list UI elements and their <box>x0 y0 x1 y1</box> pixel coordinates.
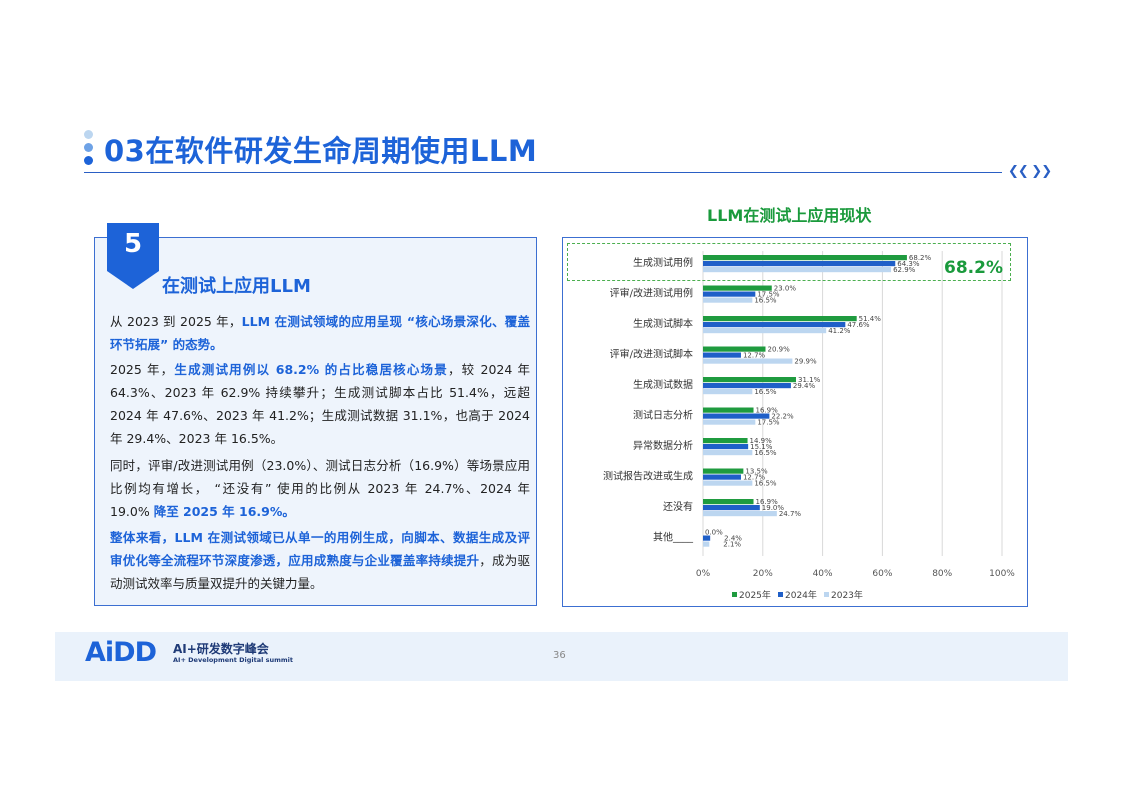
category-label: 测试报告改进或生成 <box>603 469 693 482</box>
category-label: 其他____ <box>653 530 694 543</box>
bar-chart: 0% 20% 40% 60% 80% 100%生成测试用例 68.2%64.3%62.9%评… <box>603 251 1015 601</box>
data-label: 29.9% <box>794 358 817 366</box>
legend-label: 2023年 <box>831 589 863 601</box>
logo-cn-text: AI+研发数字峰会 <box>173 642 269 656</box>
chart-title: LLM在测试上应用现状 <box>707 206 872 225</box>
title-dots-icon <box>84 130 94 169</box>
x-tick-label: 40% <box>813 569 833 579</box>
page-number: 36 <box>553 650 566 661</box>
logo-icon: AiDD <box>85 637 157 668</box>
section-number: 5 <box>123 229 143 259</box>
category-label: 测试日志分析 <box>633 408 693 421</box>
double-chevron-icon[interactable]: ❮❮ ❯❯ <box>1008 164 1052 179</box>
data-label: 16.5% <box>754 297 777 305</box>
paragraph-run: 降至 2025 年 16.9%。 <box>153 504 295 519</box>
x-tick-label: 20% <box>753 569 773 579</box>
data-label: 16.5% <box>754 449 777 457</box>
bar <box>703 297 753 303</box>
bar <box>703 383 791 389</box>
paragraph-1: 从 2023 到 2025 年，LLM 在测试领域的应用呈现 “核心场景深化、覆… <box>110 310 530 356</box>
category-label: 异常数据分析 <box>633 439 693 452</box>
data-label: 47.6% <box>847 321 870 329</box>
paragraph-run: 从 2023 到 2025 年， <box>110 314 242 329</box>
legend-swatch <box>732 592 737 597</box>
logo-en-text: AI+ Development Digital summit <box>173 656 293 664</box>
legend-label: 2025年 <box>739 589 771 601</box>
paragraph-run: 整体来看，LLM 在测试领域已从单一的用例生成，向脚本、数据生成及评审优化等全流… <box>110 530 530 568</box>
x-tick-label: 60% <box>872 569 892 579</box>
highlight-value: 68.2% <box>944 258 1003 278</box>
bar <box>703 438 748 444</box>
x-tick-label: 0% <box>696 569 711 579</box>
bar <box>703 468 744 474</box>
bar <box>703 474 741 480</box>
paragraph-2: 2025 年，生成测试用例以 68.2% 的占比稳居核心场景，较 2024 年 … <box>110 358 530 450</box>
paragraph-3: 同时，评审/改进测试用例（23.0%）、测试日志分析（16.9%）等场景应用比例… <box>110 454 530 523</box>
category-label: 评审/改进测试用例 <box>610 286 693 299</box>
category-label: 生成测试数据 <box>633 378 693 391</box>
bar <box>703 328 827 334</box>
bar <box>703 419 756 425</box>
bar <box>703 541 710 547</box>
data-label: 41.2% <box>828 327 851 335</box>
bar <box>703 407 754 413</box>
data-label: 2.1% <box>723 541 741 549</box>
data-label: 17.5% <box>757 419 780 427</box>
data-label: 20.9% <box>767 346 790 354</box>
data-label: 29.4% <box>793 382 816 390</box>
bar <box>703 291 756 297</box>
paragraph-run: 生成测试用例以 68.2% 的占比稳居核心场景 <box>174 362 448 377</box>
legend-label: 2024年 <box>785 589 817 601</box>
bar <box>703 480 753 486</box>
bar <box>703 316 857 322</box>
page-title: 03在软件研发生命周期使用LLM <box>104 134 538 168</box>
bar <box>703 322 846 328</box>
data-label: 16.5% <box>754 480 777 488</box>
paragraph-run: 2025 年， <box>110 362 175 377</box>
category-label: 还没有 <box>663 500 693 513</box>
bar <box>703 389 753 395</box>
section-title: 在测试上应用LLM <box>162 276 311 297</box>
bar <box>703 499 754 505</box>
data-label: 24.7% <box>779 510 802 518</box>
bar <box>703 377 796 383</box>
legend-swatch <box>778 592 783 597</box>
category-label: 评审/改进测试脚本 <box>610 347 693 360</box>
bar <box>703 535 711 541</box>
legend-swatch <box>824 592 829 597</box>
bar <box>703 444 749 450</box>
bar <box>703 352 741 358</box>
paragraph-4: 整体来看，LLM 在测试领域已从单一的用例生成，向脚本、数据生成及评审优化等全流… <box>110 526 530 595</box>
bar <box>703 358 793 364</box>
x-tick-label: 80% <box>932 569 952 579</box>
bar <box>703 505 760 511</box>
bar <box>703 511 777 517</box>
category-label: 生成测试脚本 <box>633 317 693 330</box>
data-label: 16.5% <box>754 388 777 396</box>
x-tick-label: 100% <box>989 569 1015 579</box>
header-divider <box>84 172 1002 173</box>
bar <box>703 450 753 456</box>
